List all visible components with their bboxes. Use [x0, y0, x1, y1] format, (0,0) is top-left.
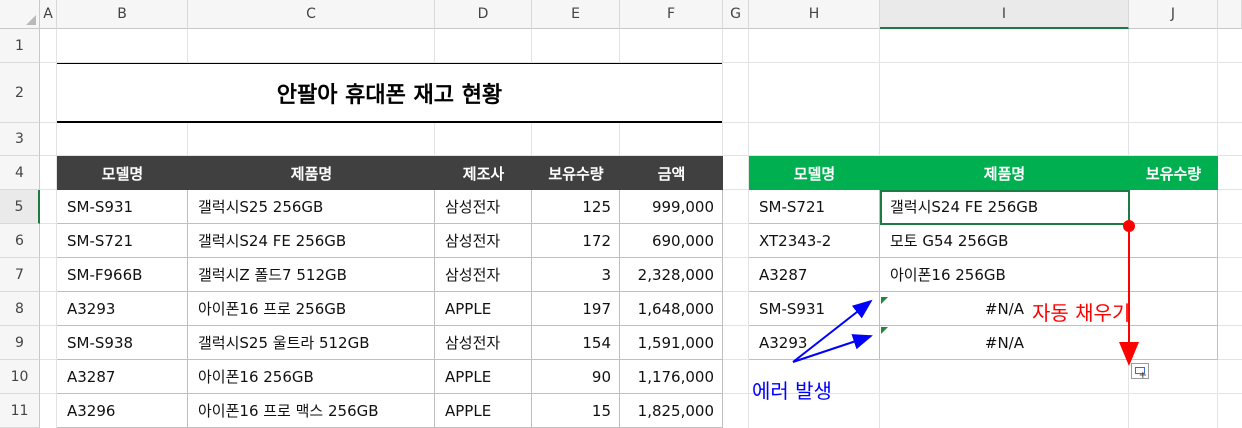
autofill-handle-dot — [1123, 220, 1135, 232]
autofill-annotation: 자동 채우기 — [1032, 301, 1131, 325]
autofill-options-icon[interactable] — [1131, 363, 1149, 381]
annotation-arrows — [792, 220, 1139, 366]
spreadsheet: ABCDEFGHIJ 1 2 3 4 5 6 7 8 9 10 11 안팔아 휴대폰 재고 현황 모… — [0, 0, 1242, 428]
error-arrow — [792, 299, 873, 363]
error-arrow — [792, 334, 873, 363]
error-annotation: 에러 발생 — [752, 379, 832, 403]
